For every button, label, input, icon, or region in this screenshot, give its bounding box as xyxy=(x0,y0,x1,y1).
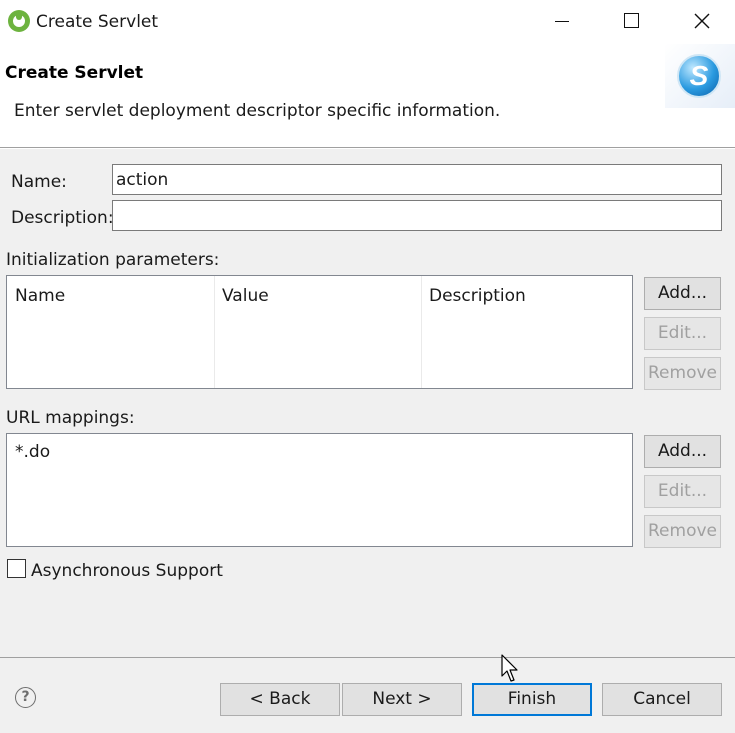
wizard-footer: ? < Back Next > Finish Cancel xyxy=(0,657,735,733)
init-params-add-button[interactable]: Add... xyxy=(644,277,721,310)
minimize-icon xyxy=(555,21,569,22)
async-support-label[interactable]: Asynchronous Support xyxy=(31,561,223,581)
back-button[interactable]: < Back xyxy=(220,683,340,716)
description-label: Description: xyxy=(11,208,114,228)
init-params-edit-button[interactable]: Edit... xyxy=(644,317,721,350)
cancel-button[interactable]: Cancel xyxy=(602,683,722,716)
help-icon[interactable]: ? xyxy=(15,687,36,708)
close-icon xyxy=(694,13,710,29)
close-button[interactable] xyxy=(666,0,735,44)
init-params-remove-button[interactable]: Remove xyxy=(644,357,721,390)
name-label: Name: xyxy=(11,172,67,192)
finish-button[interactable]: Finish xyxy=(472,683,592,716)
url-mappings-add-button[interactable]: Add... xyxy=(644,435,721,468)
window-title: Create Servlet xyxy=(36,12,159,32)
name-field[interactable] xyxy=(112,164,722,195)
url-mappings-label: URL mappings: xyxy=(6,408,135,428)
spring-s-icon: S xyxy=(677,54,721,98)
url-mappings-list[interactable]: *.do xyxy=(6,433,633,547)
url-mappings-remove-button[interactable]: Remove xyxy=(644,515,721,548)
async-support-checkbox[interactable] xyxy=(7,559,26,578)
description-field[interactable] xyxy=(112,200,722,231)
list-item[interactable]: *.do xyxy=(15,442,50,462)
column-header-description[interactable]: Description xyxy=(421,276,631,388)
init-params-table[interactable]: Name Value Description xyxy=(6,275,633,389)
maximize-icon xyxy=(624,13,639,28)
spring-app-icon xyxy=(8,10,30,32)
maximize-button[interactable] xyxy=(596,0,666,44)
column-header-name[interactable]: Name xyxy=(7,276,215,388)
column-header-value[interactable]: Value xyxy=(214,276,422,388)
minimize-button[interactable] xyxy=(525,0,595,44)
wizard-header: Create Servlet Enter servlet deployment … xyxy=(0,44,735,148)
mouse-cursor-icon xyxy=(501,654,518,682)
url-mappings-edit-button[interactable]: Edit... xyxy=(644,475,721,508)
title-bar: Create Servlet xyxy=(0,0,735,44)
init-params-label: Initialization parameters: xyxy=(6,250,220,270)
next-button[interactable]: Next > xyxy=(342,683,462,716)
wizard-description: Enter servlet deployment descriptor spec… xyxy=(14,101,501,121)
wizard-banner: S xyxy=(665,44,735,108)
wizard-title: Create Servlet xyxy=(5,63,144,83)
wizard-body: Name: Description: Initialization parame… xyxy=(0,149,735,657)
